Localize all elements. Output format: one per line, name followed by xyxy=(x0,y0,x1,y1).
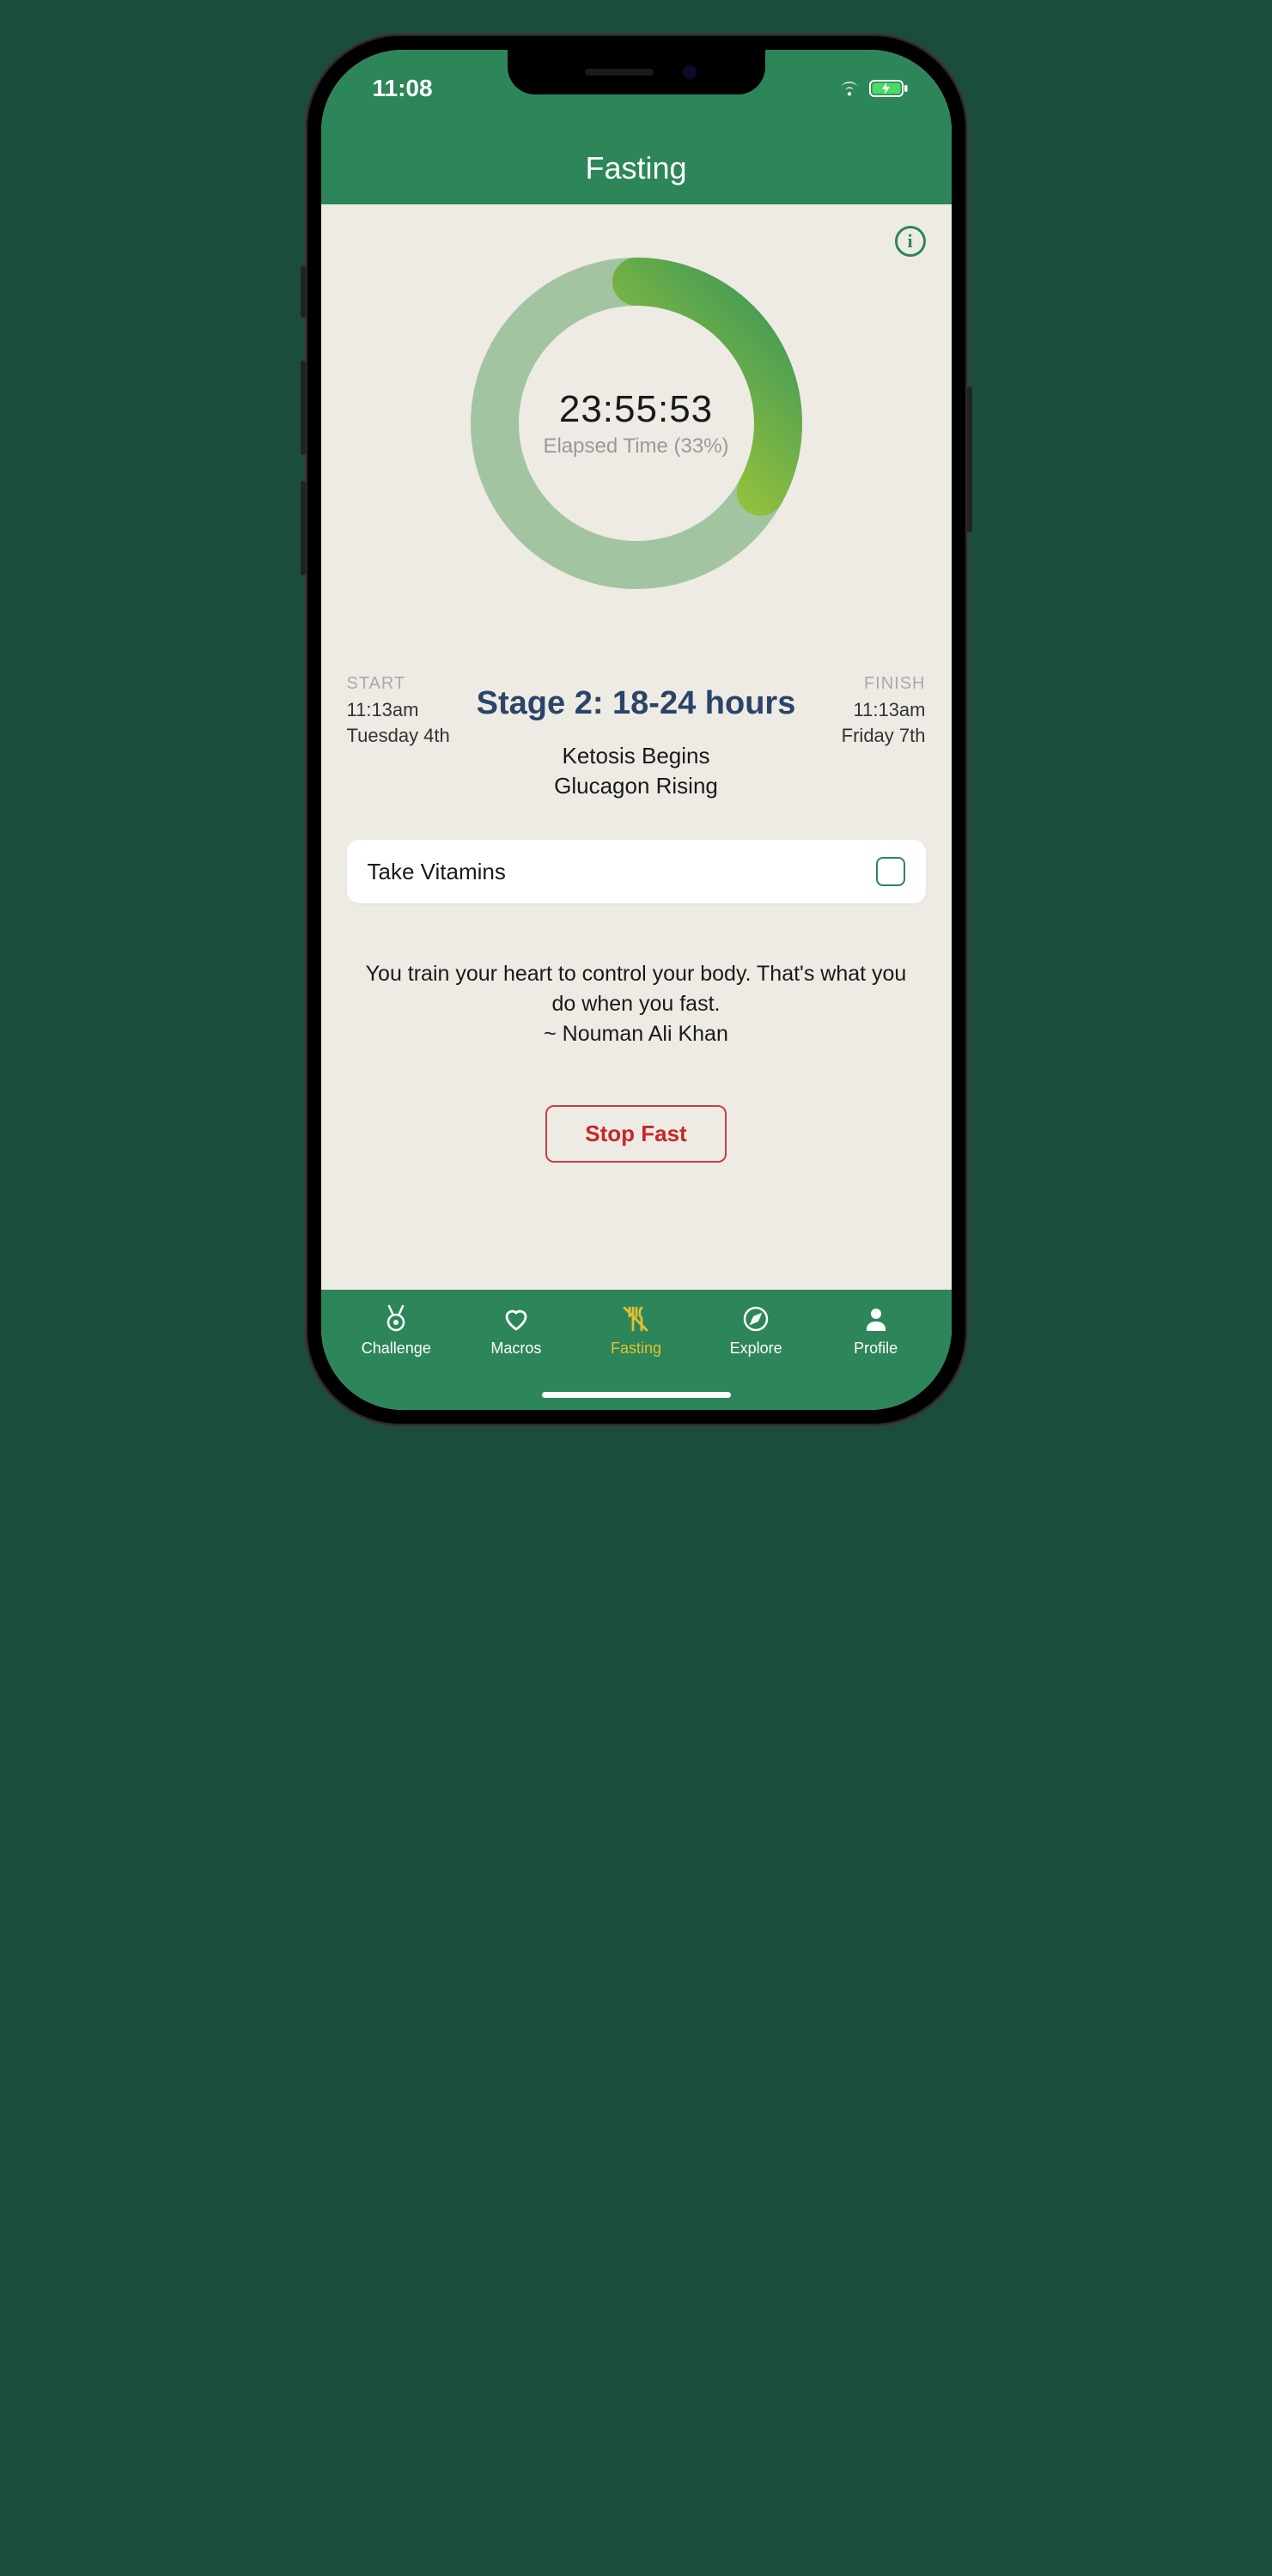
finish-time: 11:13am xyxy=(842,697,926,723)
notch xyxy=(508,50,765,94)
tab-macros[interactable]: Macros xyxy=(456,1302,576,1358)
status-time: 11:08 xyxy=(373,75,433,102)
info-icon[interactable]: i xyxy=(895,226,926,257)
quote-text: You train your heart to control your bod… xyxy=(354,959,919,1019)
battery-charging-icon xyxy=(869,79,909,98)
power-button xyxy=(967,386,972,532)
tab-label: Fasting xyxy=(611,1340,661,1358)
no-food-icon xyxy=(619,1302,652,1336)
stage-description: Ketosis Begins Glucagon Rising xyxy=(554,741,718,801)
heart-icon xyxy=(501,1302,532,1336)
start-finish-row: START 11:13am Tuesday 4th FINISH 11:13am… xyxy=(321,672,952,748)
medal-icon xyxy=(380,1302,411,1336)
stage-line-2: Glucagon Rising xyxy=(554,771,718,801)
task-row[interactable]: Take Vitamins xyxy=(347,840,926,903)
start-time: 11:13am xyxy=(347,697,450,723)
finish-day: Friday 7th xyxy=(842,723,926,749)
volume-up-button xyxy=(301,361,306,455)
home-indicator[interactable] xyxy=(542,1392,731,1398)
quote-author: ~ Nouman Ali Khan xyxy=(354,1019,919,1049)
tab-challenge[interactable]: Challenge xyxy=(337,1302,457,1358)
wifi-icon xyxy=(837,79,862,98)
person-icon xyxy=(861,1302,892,1336)
side-button xyxy=(301,266,306,318)
quote-block: You train your heart to control your bod… xyxy=(347,959,926,1049)
tab-fasting[interactable]: Fasting xyxy=(576,1302,697,1358)
start-label: START xyxy=(347,672,450,696)
phone-frame: 11:08 Fasting i xyxy=(306,34,967,1425)
finish-block[interactable]: FINISH 11:13am Friday 7th xyxy=(842,672,926,748)
volume-down-button xyxy=(301,481,306,575)
start-day: Tuesday 4th xyxy=(347,723,450,749)
ring-center: 23:55:53 Elapsed Time (33%) xyxy=(456,243,817,604)
phone-screen: 11:08 Fasting i xyxy=(321,50,952,1410)
stop-fast-button[interactable]: Stop Fast xyxy=(545,1105,726,1163)
progress-ring: 23:55:53 Elapsed Time (33%) xyxy=(456,243,817,604)
task-label: Take Vitamins xyxy=(368,859,506,885)
tab-label: Profile xyxy=(854,1340,898,1358)
tab-label: Macros xyxy=(490,1340,541,1358)
start-block[interactable]: START 11:13am Tuesday 4th xyxy=(347,672,450,748)
content-area: i 23:55:53 Elapsed Time (33%) xyxy=(321,204,952,1290)
task-checkbox[interactable] xyxy=(876,857,905,886)
page-title: Fasting xyxy=(585,150,686,186)
tab-label: Challenge xyxy=(362,1340,431,1358)
tab-explore[interactable]: Explore xyxy=(696,1302,816,1358)
tab-label: Explore xyxy=(730,1340,782,1358)
header-bar: Fasting xyxy=(321,131,952,204)
timer-value: 23:55:53 xyxy=(559,388,713,431)
status-icons xyxy=(837,79,909,98)
elapsed-label: Elapsed Time (33%) xyxy=(543,434,728,459)
finish-label: FINISH xyxy=(842,672,926,696)
tab-profile[interactable]: Profile xyxy=(816,1302,936,1358)
compass-icon xyxy=(740,1302,771,1336)
